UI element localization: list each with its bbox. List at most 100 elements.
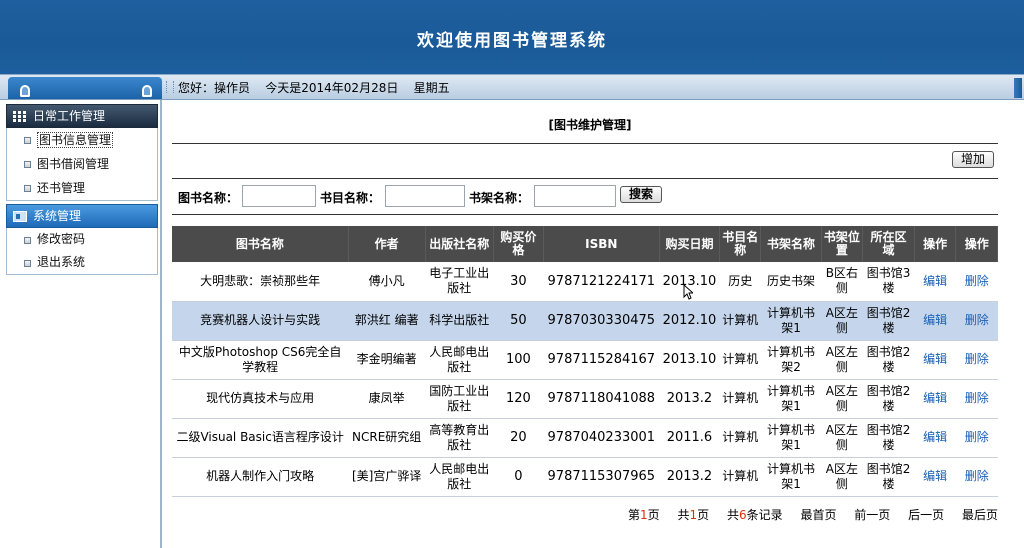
table-row[interactable]: 现代仿真技术与应用 康凤举 国防工业出版社 120 9787118041088 2013.…: [172, 379, 998, 419]
column-header[interactable]: 图书名称: [172, 226, 349, 262]
author-cell: 李金明编著: [348, 340, 426, 380]
area-cell: 图书馆2楼: [862, 301, 915, 341]
author-cell: [美]宫广骅译: [348, 457, 426, 497]
catalog-cell: 计算机: [719, 379, 761, 419]
column-header[interactable]: 所在区域: [862, 226, 915, 262]
column-header[interactable]: 操作: [914, 226, 957, 262]
prev-page-link[interactable]: 前一页: [854, 508, 890, 522]
column-header[interactable]: ISBN: [543, 226, 660, 262]
sidebar-section-system[interactable]: 系统管理: [6, 204, 158, 228]
price-cell: 30: [493, 262, 544, 302]
add-button[interactable]: 增加: [952, 151, 994, 168]
main-content: [图书维护管理] 增加 图书名称： 书目名称： 书架名称： 搜索 图书名称 作者…: [164, 100, 1016, 548]
catalog-cell: 历史: [719, 262, 761, 302]
catalog-cell: 计算机: [719, 301, 761, 341]
delete-link[interactable]: 删除: [965, 352, 989, 366]
author-cell: NCRE研究组: [348, 418, 426, 458]
last-page-link[interactable]: 最后页: [962, 508, 998, 522]
edit-link-cell: 编辑: [914, 262, 956, 302]
sidebar: 日常工作管理 图书信息管理 图书借阅管理 还书管理 系统管理 修改密码 退出系统: [0, 100, 162, 548]
sidebar-section-daily-work[interactable]: 日常工作管理: [6, 104, 158, 128]
next-page-link[interactable]: 后一页: [908, 508, 944, 522]
column-header[interactable]: 书架名称: [760, 226, 822, 262]
mouse-cursor-icon: [683, 284, 693, 300]
total-records-text: 共6条记录: [726, 508, 783, 522]
sidebar-item-label: 修改密码: [37, 232, 86, 246]
table-row[interactable]: 大明悲歌：崇祯那些年 傅小凡 电子工业出版社 30 9787121224171 2013.…: [172, 262, 998, 302]
delete-link[interactable]: 删除: [965, 391, 989, 405]
sidebar-item-return[interactable]: 还书管理: [7, 176, 157, 200]
divider: [172, 214, 998, 215]
delete-link[interactable]: 删除: [965, 313, 989, 327]
first-page-link[interactable]: 最首页: [800, 508, 836, 522]
shelf-name-cell: 历史书架: [760, 262, 822, 302]
purchase-date-cell: 2013.10: [659, 340, 720, 380]
column-header[interactable]: 出版社名称: [425, 226, 494, 262]
delete-link[interactable]: 删除: [965, 469, 989, 483]
price-cell: 120: [493, 379, 544, 419]
book-name-input[interactable]: [242, 185, 316, 207]
column-header[interactable]: 书目名称: [719, 226, 762, 262]
edit-link-cell: 编辑: [914, 379, 956, 419]
bullet-icon: [24, 237, 31, 244]
column-header[interactable]: 操作: [955, 226, 998, 262]
table-row[interactable]: 竞赛机器人设计与实践 郭洪红 编著 科学出版社 50 9787030330475 2012…: [172, 301, 998, 341]
edit-link[interactable]: 编辑: [923, 469, 947, 483]
sidebar-item-borrow[interactable]: 图书借阅管理: [7, 152, 157, 176]
total-pages-text: 共1页: [677, 508, 710, 522]
edit-link[interactable]: 编辑: [923, 352, 947, 366]
ring-icon: [142, 85, 152, 97]
publisher-cell: 科学出版社: [425, 301, 494, 341]
area-cell: 图书馆3楼: [862, 262, 915, 302]
sidebar-group-daily-work: 图书信息管理 图书借阅管理 还书管理: [6, 128, 158, 201]
edit-link[interactable]: 编辑: [923, 391, 947, 405]
bullet-icon: [24, 185, 31, 192]
shelf-name-label: 书架名称：: [469, 191, 530, 205]
isbn-cell: 9787118041088: [543, 379, 660, 419]
column-header[interactable]: 购买日期: [659, 226, 721, 262]
sidebar-item-label: 还书管理: [37, 181, 86, 195]
delete-link-cell: 删除: [955, 340, 998, 380]
search-button[interactable]: 搜索: [620, 186, 662, 203]
book-name-cell: 大明悲歌：崇祯那些年: [172, 262, 349, 302]
bullet-icon: [24, 161, 31, 168]
sidebar-item-logout[interactable]: 退出系统: [7, 251, 157, 274]
catalog-cell: 计算机: [719, 418, 761, 458]
column-header[interactable]: 书架位置: [821, 226, 864, 262]
sidebar-group-system: 修改密码 退出系统: [6, 228, 158, 275]
price-cell: 50: [493, 301, 544, 341]
catalog-name-input[interactable]: [385, 185, 465, 207]
sidebar-item-label: 退出系统: [37, 255, 86, 269]
publisher-cell: 人民邮电出版社: [425, 457, 494, 497]
sidebar-item-book-info[interactable]: 图书信息管理: [7, 128, 157, 152]
delete-link[interactable]: 删除: [965, 274, 989, 288]
shelf-name-input[interactable]: [534, 185, 616, 207]
shelf-name-cell: 计算机书架1: [760, 379, 822, 419]
publisher-cell: 国防工业出版社: [425, 379, 494, 419]
catalog-name-label: 书目名称：: [320, 191, 381, 205]
shelf-location-cell: B区右侧: [821, 262, 863, 302]
publisher-cell: 电子工业出版社: [425, 262, 494, 302]
table-row[interactable]: 中文版Photoshop CS6完全自学教程 李金明编著 人民邮电出版社 100 978…: [172, 340, 998, 380]
page-title: [图书维护管理]: [548, 118, 632, 132]
column-header[interactable]: 购买价格: [493, 226, 544, 262]
delete-link[interactable]: 删除: [965, 430, 989, 444]
edit-link-cell: 编辑: [914, 340, 956, 380]
book-name-cell: 中文版Photoshop CS6完全自学教程: [172, 340, 349, 380]
delete-link-cell: 删除: [955, 262, 998, 302]
table-row[interactable]: 二级Visual Basic语言程序设计 NCRE研究组 高等教育出版社 20 9787…: [172, 418, 998, 458]
current-page-text: 第1页: [627, 508, 660, 522]
edit-link[interactable]: 编辑: [923, 274, 947, 288]
book-name-cell: 现代仿真技术与应用: [172, 379, 349, 419]
sidebar-item-change-password[interactable]: 修改密码: [7, 228, 157, 251]
bullet-icon: [24, 137, 31, 144]
header-banner: 欢迎使用图书管理系统: [0, 0, 1024, 74]
column-header[interactable]: 作者: [348, 226, 426, 262]
edit-link[interactable]: 编辑: [923, 430, 947, 444]
divider: [172, 143, 998, 144]
books-table: 图书名称 作者 出版社名称 购买价格 ISBN 购买日期 书目名称 书架名称 书…: [172, 226, 998, 497]
edit-link[interactable]: 编辑: [923, 313, 947, 327]
shelf-location-cell: A区左侧: [821, 379, 863, 419]
sidebar-item-label: 图书信息管理: [37, 132, 114, 148]
table-row[interactable]: 机器人制作入门攻略 [美]宫广骅译 人民邮电出版社 0 9787115307965 201…: [172, 457, 998, 497]
